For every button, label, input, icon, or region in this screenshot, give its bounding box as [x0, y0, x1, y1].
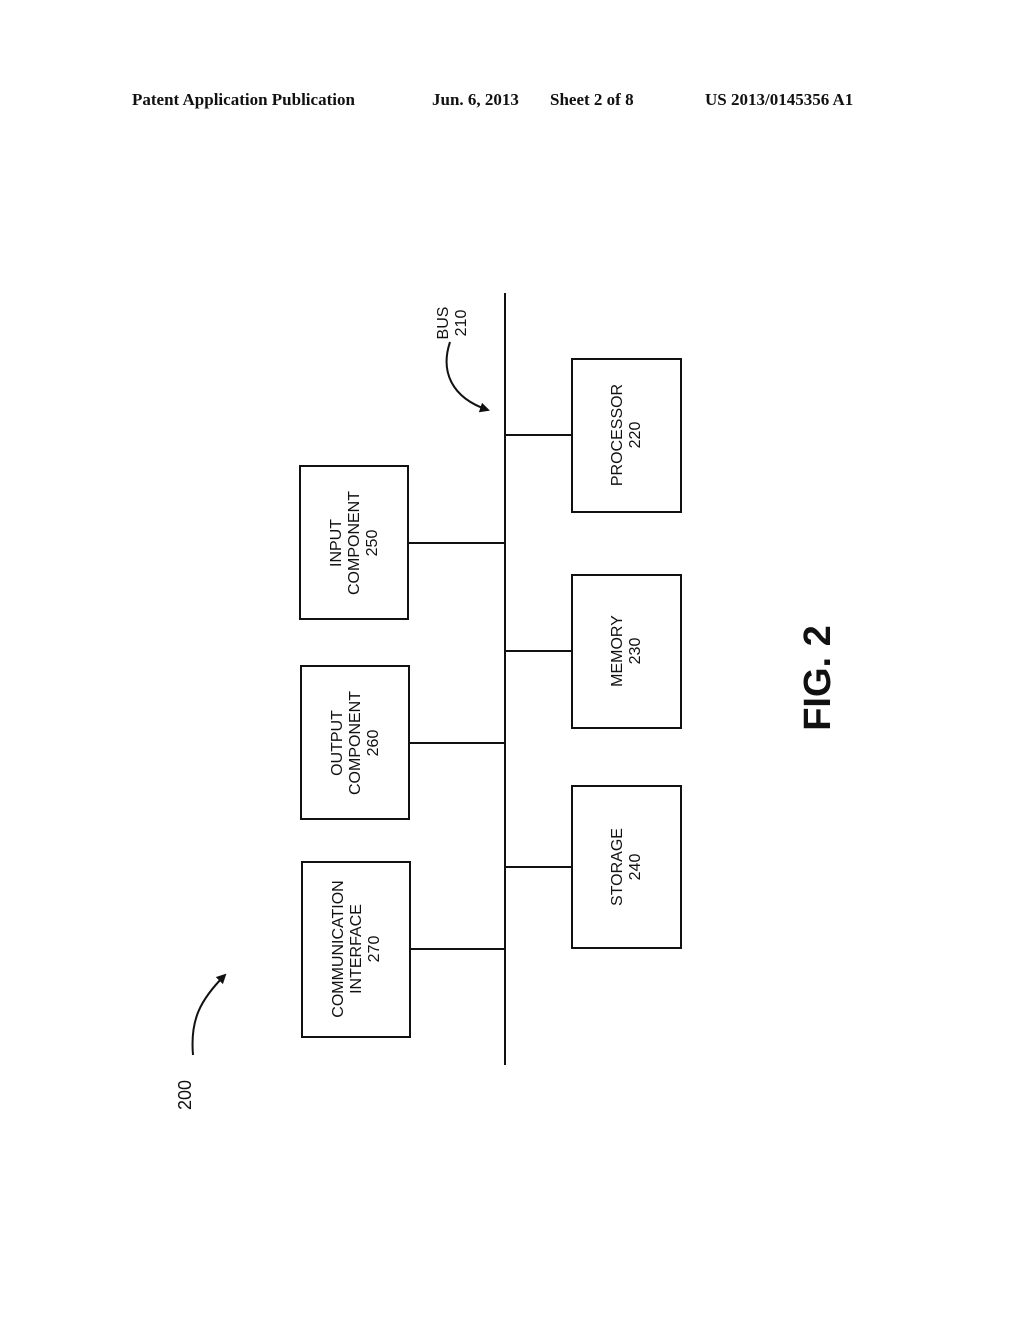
svg-text:OUTPUT: OUTPUT — [329, 710, 346, 776]
svg-text:220: 220 — [627, 422, 644, 449]
figure-ref-arrow — [191, 973, 227, 1056]
figure-ref-label: 200 — [175, 1080, 195, 1110]
svg-text:200: 200 — [175, 1080, 195, 1110]
svg-text:230: 230 — [627, 638, 644, 665]
svg-text:COMPONENT: COMPONENT — [346, 491, 363, 595]
svg-text:INPUT: INPUT — [328, 519, 345, 567]
svg-text:COMPONENT: COMPONENT — [347, 691, 364, 795]
bus-ref: 210 — [453, 310, 470, 337]
figure-label: FIG. 2 — [797, 625, 839, 731]
svg-text:270: 270 — [366, 936, 383, 963]
svg-text:COMMUNICATION: COMMUNICATION — [330, 880, 347, 1017]
svg-text:240: 240 — [627, 854, 644, 881]
svg-text:FIG. 2: FIG. 2 — [797, 625, 839, 731]
bus-arrow — [445, 341, 490, 413]
system-diagram: BUS 210 200 PROCESSOR 220 MEMORY 230 STO… — [175, 293, 839, 1110]
svg-text:PROCESSOR: PROCESSOR — [609, 384, 626, 486]
svg-text:STORAGE: STORAGE — [609, 828, 626, 906]
svg-text:INTERFACE: INTERFACE — [348, 904, 365, 994]
svg-text:260: 260 — [365, 730, 382, 757]
svg-text:250: 250 — [364, 530, 381, 557]
bus-label: BUS 210 — [435, 307, 470, 340]
svg-text:MEMORY: MEMORY — [609, 615, 626, 687]
bus-name: BUS — [435, 307, 452, 340]
